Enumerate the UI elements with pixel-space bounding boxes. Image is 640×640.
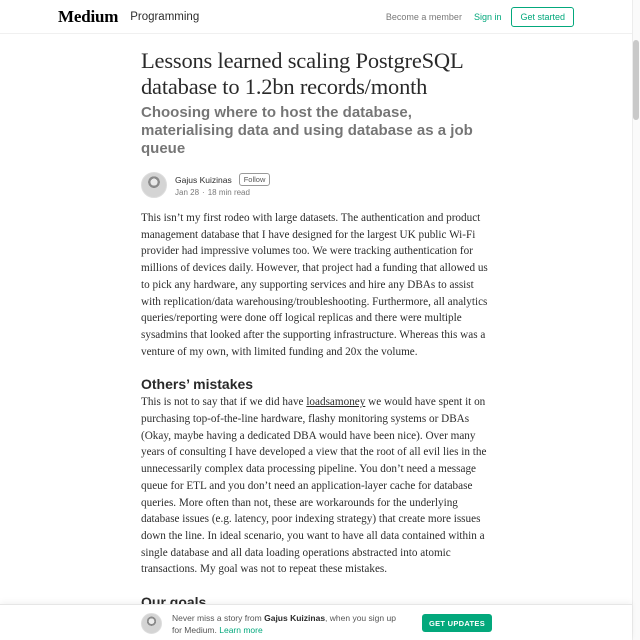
author-meta: Gajus Kuizinas Follow Jan 28 · 18 min read (175, 173, 271, 197)
paragraph-1: This isn’t my first rodeo with large dat… (141, 212, 488, 358)
scrollbar-thumb[interactable] (633, 40, 639, 120)
follow-button[interactable]: Follow (238, 173, 271, 186)
article-content: Lessons learned scaling PostgreSQL datab… (141, 48, 493, 612)
banner-author-avatar (141, 613, 162, 634)
top-navigation-bar: Medium Programming Become a member Sign … (0, 0, 632, 34)
meta-separator: · (202, 188, 205, 197)
section-heading-others-mistakes: Others’ mistakes (141, 376, 254, 393)
banner-message: Never miss a story from Gajus Kuizinas, … (172, 612, 402, 636)
publication-name[interactable]: Programming (130, 11, 199, 23)
loadsamoney-link[interactable]: loadsamoney (306, 396, 365, 408)
learn-more-link[interactable]: Learn more (219, 625, 262, 635)
become-member-link[interactable]: Become a member (386, 12, 462, 22)
author-name-link[interactable]: Gajus Kuizinas (175, 175, 232, 185)
banner-text-prefix: Never miss a story from (172, 613, 265, 623)
author-block: Gajus Kuizinas Follow Jan 28 · 18 min read (141, 172, 493, 198)
banner-author-name: Gajus Kuizinas (264, 613, 326, 623)
paragraph-2: This is not to say that if we did have l… (141, 394, 493, 578)
post-meta: Jan 28 · 18 min read (175, 188, 270, 197)
sign-in-link[interactable]: Sign in (474, 12, 502, 22)
post-date: Jan 28 (175, 188, 200, 197)
author-avatar[interactable] (141, 172, 167, 198)
medium-logo[interactable]: Medium (58, 7, 118, 27)
paragraph-2-text-end: we would have spent it on purchasing top… (141, 396, 487, 576)
get-started-button[interactable]: Get started (511, 6, 574, 27)
get-updates-button[interactable]: GET UPDATES (422, 614, 492, 632)
author-line: Gajus Kuizinas Follow (175, 173, 271, 186)
article-subtitle: Choosing where to host the database, mat… (141, 104, 473, 157)
read-time: 18 min read (207, 188, 250, 197)
follow-author-banner: Never miss a story from Gajus Kuizinas, … (0, 604, 632, 640)
page-scrollbar[interactable] (632, 0, 640, 640)
paragraph-2-text-start: This is not to say that if we did have (141, 396, 307, 409)
article-title: Lessons learned scaling PostgreSQL datab… (141, 48, 463, 99)
